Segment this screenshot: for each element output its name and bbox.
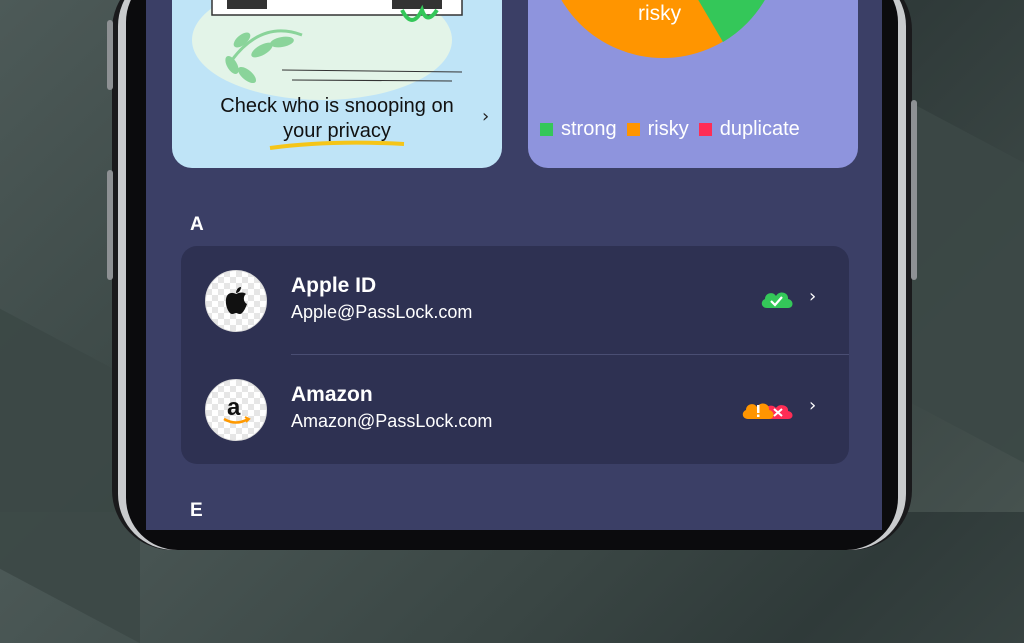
password-pie-chart: risky <box>561 0 765 58</box>
privacy-chevron-icon: › <box>482 106 490 127</box>
amazon-logo-icon: a <box>223 394 251 424</box>
password-health-card[interactable]: risky strong risky duplicate <box>528 0 858 168</box>
cloud-check-icon <box>761 292 793 308</box>
privacy-check-card[interactable]: Check who is snooping on your privacy › <box>172 0 502 168</box>
highlight-underline <box>269 140 405 150</box>
section-header-e: E <box>190 500 203 521</box>
legend-duplicate: duplicate <box>698 118 800 141</box>
legend-label-duplicate: duplicate <box>719 118 800 140</box>
svg-text:a: a <box>227 394 241 421</box>
amazon-logo-avatar: a <box>205 379 267 441</box>
password-list: Apple ID Apple@PassLock.com › a Amazon A… <box>181 246 849 464</box>
list-item-amazon[interactable]: a Amazon Amazon@PassLock.com › <box>181 355 849 464</box>
privacy-line-1: Check who is snooping on <box>220 95 454 117</box>
legend-risky: risky <box>626 118 689 141</box>
item-title-apple: Apple ID <box>291 274 377 297</box>
volume-up-button <box>107 20 113 90</box>
power-button <box>911 100 917 280</box>
legend-strong: strong <box>540 118 617 141</box>
privacy-card-text: Check who is snooping on your privacy <box>192 94 482 144</box>
legend-label-risky: risky <box>647 118 689 140</box>
chevron-right-icon: › <box>809 286 817 307</box>
background-slab-right <box>900 96 1024 504</box>
legend-swatch-strong <box>540 123 553 136</box>
apple-logo-icon <box>225 287 247 314</box>
legend-label-strong: strong <box>561 118 617 140</box>
cloud-warning-icon <box>742 403 793 419</box>
item-email-apple: Apple@PassLock.com <box>291 302 473 322</box>
pie-slice-label: risky <box>638 2 682 25</box>
apple-logo-avatar <box>205 270 267 332</box>
chevron-right-icon: › <box>809 395 817 416</box>
volume-down-button <box>107 170 113 280</box>
legend-swatch-risky <box>626 123 640 136</box>
item-title-amazon: Amazon <box>291 383 373 406</box>
list-item-apple-id[interactable]: Apple ID Apple@PassLock.com › <box>181 246 849 355</box>
section-header-a: A <box>190 214 204 235</box>
legend-swatch-duplicate <box>698 123 712 136</box>
item-email-amazon: Amazon@PassLock.com <box>291 411 493 431</box>
app-screen: Check who is snooping on your privacy › … <box>146 0 882 530</box>
chart-legend: strong risky duplicate <box>540 118 800 141</box>
